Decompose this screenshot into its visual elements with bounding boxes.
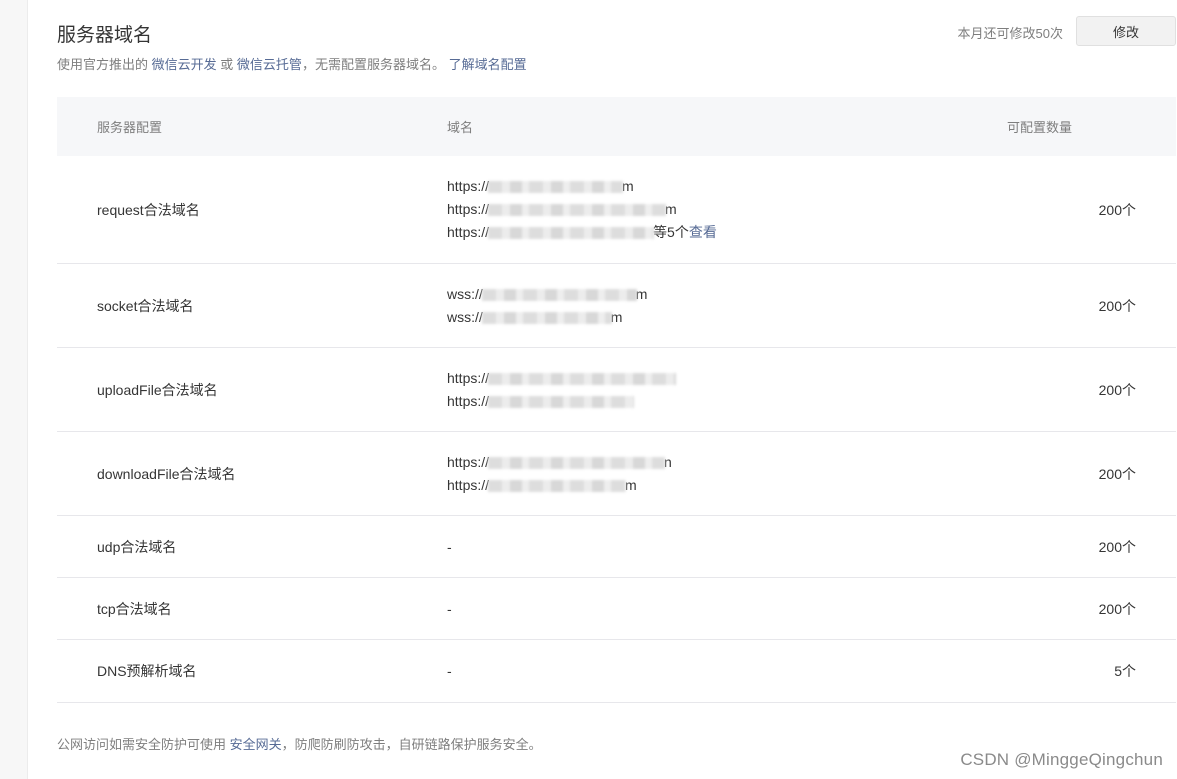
column-header-server-config: 服务器配置	[57, 97, 447, 156]
domain-line: wss:// m	[447, 306, 1007, 329]
row-empty-domain: -	[447, 577, 1007, 640]
row-count: 200个	[1007, 263, 1176, 348]
blurred-domain	[481, 311, 612, 324]
domain-line: https:// m	[447, 198, 1007, 221]
row-count: 200个	[1007, 515, 1176, 578]
subtitle-or: 或	[220, 57, 234, 72]
cloudbase-link[interactable]: 微信云开发	[152, 57, 217, 72]
domain-line: wss:// m	[447, 283, 1007, 306]
row-name: downloadFile合法域名	[57, 431, 447, 516]
table-header-row: 服务器配置 域名 可配置数量	[57, 97, 1176, 156]
left-gutter	[0, 0, 28, 779]
domain-ending: m	[625, 476, 637, 493]
row-name: uploadFile合法域名	[57, 347, 447, 432]
security-gateway-link[interactable]: 安全网关	[230, 737, 282, 752]
blurred-domain	[488, 372, 677, 385]
modify-quota-text: 本月还可修改50次	[957, 26, 1063, 41]
footnote-prefix: 公网访问如需安全防护可使用	[57, 737, 227, 752]
table-row-downloadfile: downloadFile合法域名 https:// n https:// m 200…	[57, 431, 1176, 516]
domain-ending: m	[622, 178, 634, 194]
table-row-socket: socket合法域名 wss:// m wss:// m 200个	[57, 263, 1176, 348]
csdn-watermark: CSDN @MinggeQingchun	[960, 750, 1163, 769]
row-count: 200个	[1007, 156, 1176, 264]
table-row-udp: udp合法域名 - 200个	[57, 515, 1176, 578]
domain-line: https:// 等5个查看	[447, 221, 1007, 244]
row-name: tcp合法域名	[57, 577, 447, 640]
row-count: 200个	[1007, 347, 1176, 432]
security-footnote: 公网访问如需安全防护可使用 安全网关，防爬防刷防攻击，自研链路保护服务安全。	[57, 734, 542, 753]
server-domain-table: 服务器配置 域名 可配置数量 request合法域名 https:// m htt…	[57, 97, 1176, 703]
domain-scheme: https://	[447, 476, 490, 493]
subtitle-suffix: ，无需配置服务器域名。	[301, 57, 445, 72]
table-row-tcp: tcp合法域名 - 200个	[57, 577, 1176, 640]
domain-scheme: https://	[447, 369, 490, 386]
domain-scheme: https://	[447, 392, 490, 409]
table-row-uploadfile: uploadFile合法域名 https:// https:// 200个	[57, 347, 1176, 432]
domain-ending: m	[665, 201, 677, 217]
domain-scheme: https://	[447, 201, 490, 217]
blurred-domain	[488, 479, 627, 492]
server-domain-panel: 服务器域名 使用官方推出的 微信云开发 或 微信云托管，无需配置服务器域名。 了…	[57, 0, 1176, 779]
row-count: 5个	[1007, 639, 1176, 703]
domain-line: https://	[447, 367, 1007, 390]
blurred-domain	[481, 288, 637, 301]
blurred-domain	[488, 204, 667, 217]
row-domains: wss:// m wss:// m	[447, 263, 1007, 348]
footnote-suffix: ，防爬防刷防攻击，自研链路保护服务安全。	[281, 737, 542, 752]
row-domains: https:// https://	[447, 347, 1007, 432]
row-domains: https:// m https:// m https:// 等5个查看	[447, 156, 1007, 264]
row-name: DNS预解析域名	[57, 639, 447, 703]
domain-ending: n	[664, 453, 672, 470]
domain-line: https://	[447, 390, 1007, 413]
row-empty-domain: -	[447, 515, 1007, 578]
domain-ending: m	[610, 308, 623, 325]
row-domains: https:// n https:// m	[447, 431, 1007, 516]
more-domains-text: 等5个	[653, 224, 689, 240]
row-count: 200个	[1007, 431, 1176, 516]
blurred-domain	[488, 456, 666, 469]
blurred-domain	[488, 181, 624, 194]
table-row-dns: DNS预解析域名 - 5个	[57, 639, 1176, 703]
row-count: 200个	[1007, 577, 1176, 640]
row-name: request合法域名	[57, 156, 447, 264]
domain-scheme: https://	[447, 224, 490, 240]
domain-line: https:// n	[447, 451, 1007, 474]
page-subtitle: 使用官方推出的 微信云开发 或 微信云托管，无需配置服务器域名。 了解域名配置	[57, 54, 527, 73]
blurred-domain	[488, 227, 655, 240]
blurred-domain	[488, 395, 635, 408]
row-name: udp合法域名	[57, 515, 447, 578]
modify-button[interactable]: 修改	[1076, 16, 1176, 46]
domain-scheme: https://	[447, 178, 490, 194]
table-row-request: request合法域名 https:// m https:// m https://…	[57, 156, 1176, 264]
subtitle-prefix: 使用官方推出的	[57, 57, 149, 72]
page-title: 服务器域名	[57, 25, 153, 46]
domain-scheme: https://	[447, 453, 490, 470]
view-more-link[interactable]: 查看	[689, 224, 717, 240]
learn-domain-config-link[interactable]: 了解域名配置	[449, 57, 527, 72]
column-header-count: 可配置数量	[1007, 97, 1176, 156]
domain-scheme: wss://	[447, 285, 483, 302]
domain-line: https:// m	[447, 175, 1007, 198]
row-name: socket合法域名	[57, 263, 447, 348]
cloudhost-link[interactable]: 微信云托管	[237, 57, 302, 72]
domain-line: https:// m	[447, 474, 1007, 497]
column-header-domain: 域名	[447, 97, 1007, 156]
domain-ending: m	[635, 285, 648, 302]
row-empty-domain: -	[447, 639, 1007, 703]
domain-scheme: wss://	[447, 308, 483, 325]
